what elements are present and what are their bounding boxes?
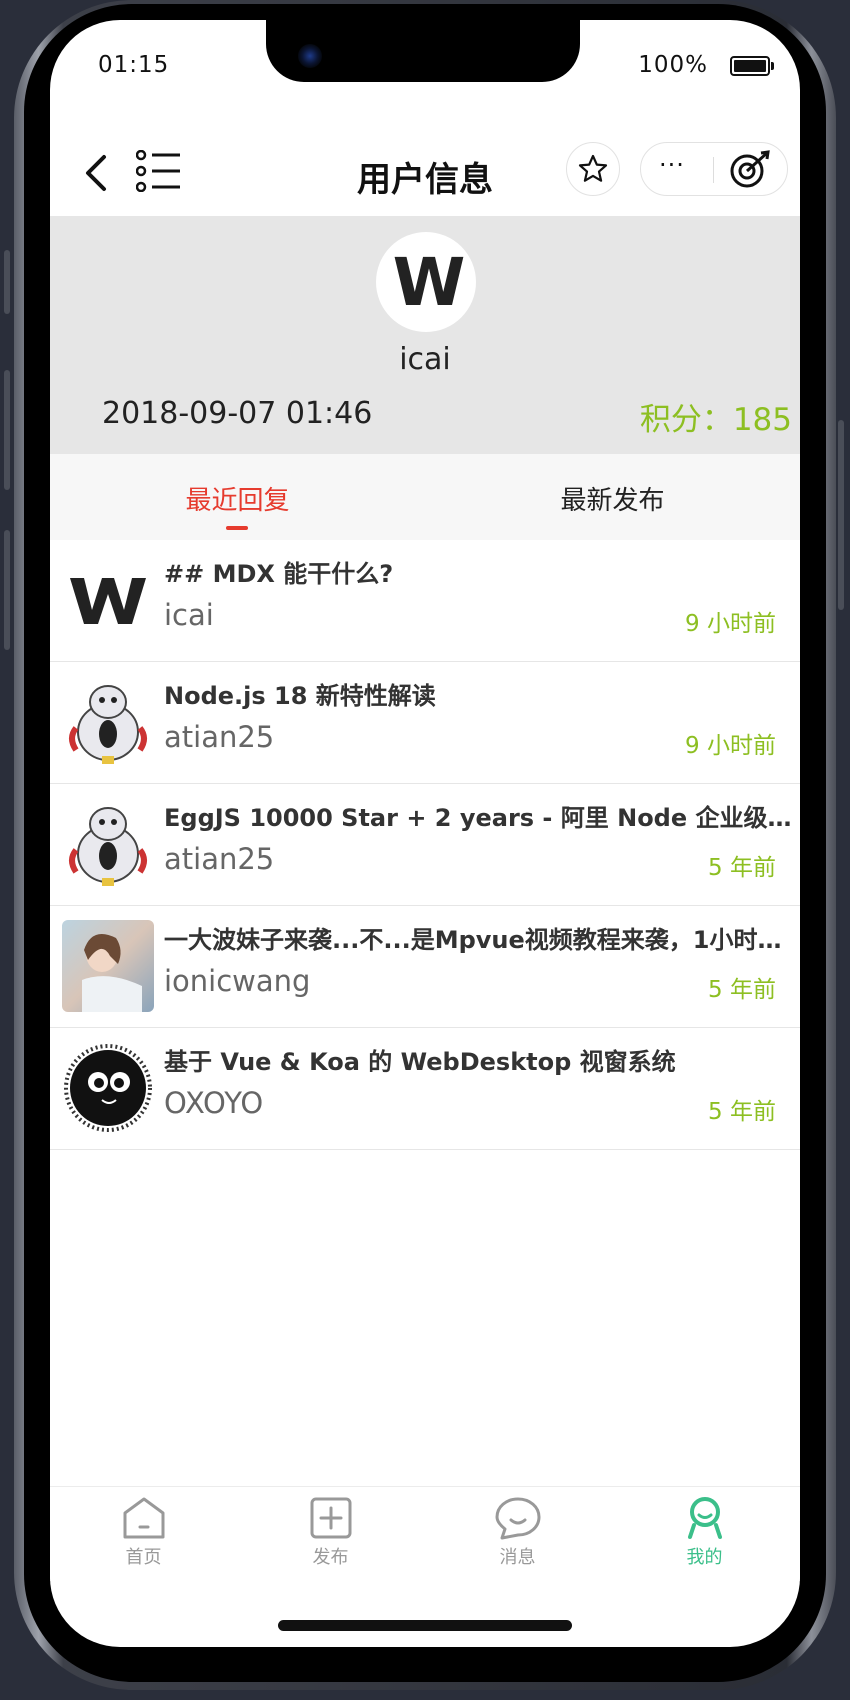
profile-header: W icai 2018-09-07 01:46 积分：185: [50, 216, 800, 454]
score-value: 185: [732, 402, 792, 438]
star-icon: [578, 154, 608, 182]
topic-author: atian25: [164, 720, 275, 754]
score-label: 积分：: [639, 402, 733, 438]
topic-title: EggJS 10000 Star + 2 years - 阿里 Node 企业级…: [164, 804, 800, 832]
status-time: 01:15: [98, 52, 170, 78]
home-indicator: [278, 1620, 572, 1631]
tabbar-item-home[interactable]: 首页: [50, 1495, 237, 1569]
tabbar-label: 消息: [499, 1547, 536, 1568]
topic-time: 9 小时前: [685, 611, 776, 637]
message-icon: [495, 1497, 540, 1540]
topic-title: ## MDX 能干什么?: [164, 560, 394, 588]
topic-time: 9 小时前: [685, 733, 776, 759]
avatar: W: [376, 232, 476, 332]
topic-time: 5 年前: [708, 977, 776, 1003]
user-icon: [687, 1497, 722, 1539]
active-tab-indicator: [226, 526, 248, 530]
topic-author: ionicwang: [164, 964, 311, 998]
list-item[interactable]: 基于 Vue & Koa 的 WebDesktop 视窗系统 OXOYO 5 年…: [50, 1028, 800, 1150]
more-button[interactable]: ···: [659, 151, 685, 179]
menu-capsule: ···: [640, 142, 788, 196]
tabbar-label: 发布: [312, 1547, 349, 1568]
tabbar-item-mine[interactable]: 我的: [611, 1495, 798, 1569]
tab-recent-replies[interactable]: 最近回复: [50, 480, 425, 517]
topic-author: OXOYO: [164, 1086, 264, 1120]
tabbar-label: 我的: [686, 1547, 723, 1568]
topic-list: ## MDX 能干什么? icai 9 小时前 Node.js 18 新特性解读…: [50, 540, 800, 1150]
tab-latest-posts[interactable]: 最新发布: [425, 480, 800, 517]
profile-name: icai: [399, 342, 451, 377]
topic-tabs: 最近回复 最新发布: [50, 454, 800, 540]
add-icon: [310, 1497, 351, 1539]
camera: [298, 44, 322, 68]
target-icon[interactable]: [727, 149, 771, 189]
topic-author: atian25: [164, 842, 275, 876]
favorite-button[interactable]: [566, 142, 620, 196]
tabbar-item-messages[interactable]: 消息: [424, 1495, 611, 1569]
tabbar-label: 首页: [125, 1547, 162, 1568]
avatar: [62, 676, 154, 768]
topic-title: Node.js 18 新特性解读: [164, 682, 436, 710]
silent-switch: [4, 250, 10, 314]
avatar: [62, 920, 154, 1012]
navbar: 用户信息 ···: [50, 120, 800, 216]
bottom-tabbar: 首页 发布 消息 我的: [50, 1486, 800, 1581]
list-item[interactable]: Node.js 18 新特性解读 atian25 9 小时前: [50, 662, 800, 784]
power-button: [838, 420, 844, 610]
avatar: [62, 798, 154, 890]
volume-up-button: [4, 370, 10, 490]
list-item[interactable]: ## MDX 能干什么? icai 9 小时前: [50, 540, 800, 662]
volume-down-button: [4, 530, 10, 650]
capsule-divider: [713, 157, 714, 183]
battery-icon: [730, 56, 774, 76]
topic-time: 5 年前: [708, 855, 776, 881]
list-item[interactable]: 一大波妹子来袭...不...是Mpvue视频教程来袭，1小时学会 ionicwa…: [50, 906, 800, 1028]
topic-title: 基于 Vue & Koa 的 WebDesktop 视窗系统: [164, 1048, 676, 1076]
topic-time: 5 年前: [708, 1099, 776, 1125]
topic-title: 一大波妹子来袭...不...是Mpvue视频教程来袭，1小时学会: [164, 926, 800, 954]
topic-author: icai: [164, 598, 214, 632]
screen: 01:15 100% 用户信息 ··· W icai 2018-09-07 01…: [50, 20, 800, 1647]
profile-score: 积分：185: [640, 394, 792, 439]
status-battery-text: 100%: [638, 52, 708, 78]
avatar: [62, 1042, 154, 1134]
avatar: [62, 554, 154, 646]
profile-date: 2018-09-07 01:46: [102, 396, 373, 431]
home-icon: [123, 1497, 164, 1539]
list-item[interactable]: EggJS 10000 Star + 2 years - 阿里 Node 企业级…: [50, 784, 800, 906]
tabbar-item-publish[interactable]: 发布: [237, 1495, 424, 1569]
